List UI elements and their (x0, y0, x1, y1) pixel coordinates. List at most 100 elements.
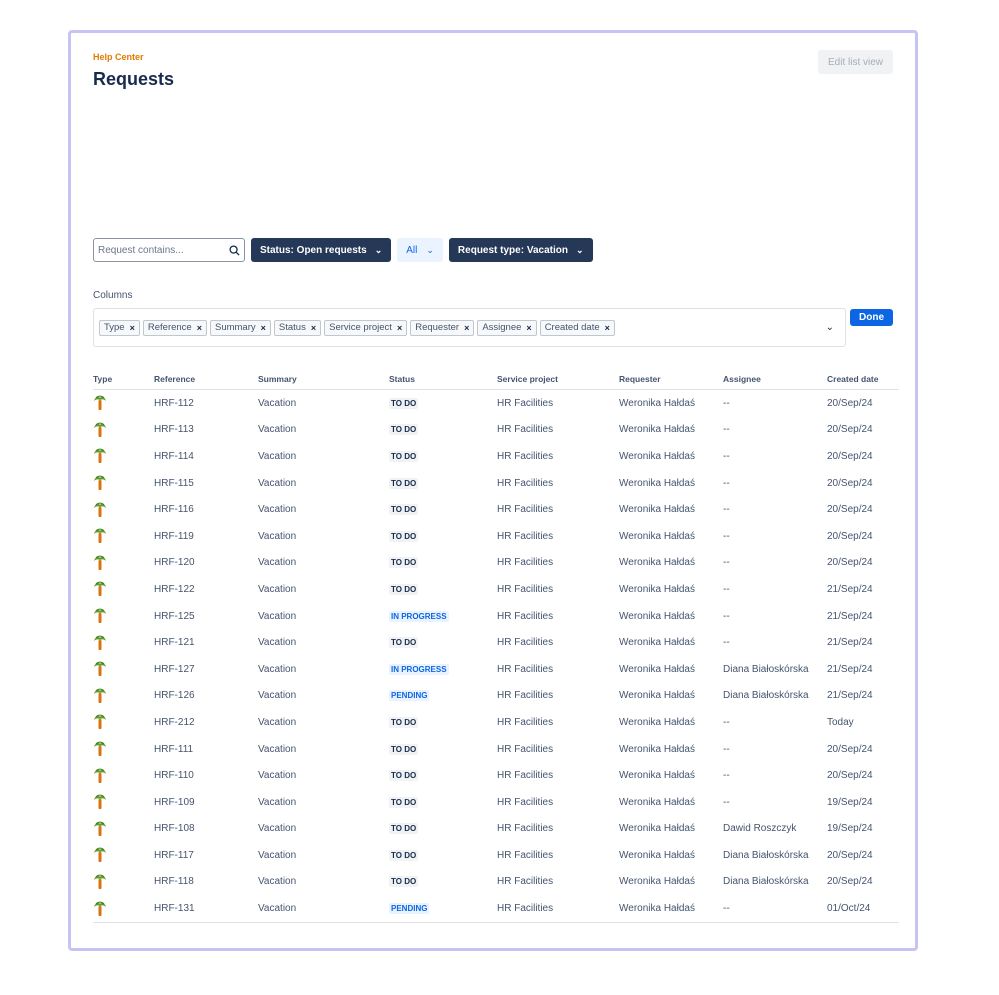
columns-select[interactable]: Type × Reference × Summary × Status × Service pr… (93, 308, 846, 347)
status-badge: TO DO (389, 557, 419, 569)
table-row[interactable]: HRF-212 Vacation TO DO HR Facilities Weronik… (93, 709, 899, 736)
remove-tag-icon[interactable]: × (464, 323, 469, 333)
table-row[interactable]: HRF-108 Vacation TO DO HR Facilities Weronik… (93, 816, 899, 843)
remove-tag-icon[interactable]: × (130, 323, 135, 333)
table-row[interactable]: HRF-112 Vacation TO DO HR Facilities Weronik… (93, 390, 899, 417)
table-row[interactable]: HRF-116 Vacation TO DO HR Facilities Weronik… (93, 496, 899, 523)
reference-cell[interactable]: HRF-115 (154, 470, 258, 497)
remove-tag-icon[interactable]: × (197, 323, 202, 333)
edit-list-view-button[interactable]: Edit list view (818, 50, 893, 74)
summary-cell[interactable]: Vacation (258, 603, 389, 630)
summary-cell[interactable]: Vacation (258, 789, 389, 816)
reference-cell[interactable]: HRF-126 (154, 683, 258, 710)
reference-cell[interactable]: HRF-117 (154, 842, 258, 869)
reference-cell[interactable]: HRF-113 (154, 417, 258, 444)
status-badge: TO DO (389, 770, 419, 782)
table-row[interactable]: HRF-125 Vacation IN PROGRESS HR Facilities W… (93, 603, 899, 630)
requester-cell: Weronika Hałdaś (619, 796, 695, 808)
chevron-down-icon[interactable]: ⌄ (826, 322, 834, 333)
summary-cell[interactable]: Vacation (258, 523, 389, 550)
table-row[interactable]: HRF-127 Vacation IN PROGRESS HR Facilities W… (93, 656, 899, 683)
remove-tag-icon[interactable]: × (311, 323, 316, 333)
summary-cell[interactable]: Vacation (258, 709, 389, 736)
column-header-requester[interactable]: Requester (619, 369, 723, 390)
reference-cell[interactable]: HRF-131 (154, 895, 258, 923)
status-cell: TO DO (389, 842, 497, 869)
status-filter-dropdown[interactable]: Status: Open requests ⌄ (251, 238, 392, 262)
remove-tag-icon[interactable]: × (605, 323, 610, 333)
column-header-type[interactable]: Type (93, 369, 154, 390)
status-cell: TO DO (389, 869, 497, 896)
summary-cell[interactable]: Vacation (258, 736, 389, 763)
column-header-service-project[interactable]: Service project (497, 369, 619, 390)
summary-cell[interactable]: Vacation (258, 656, 389, 683)
request-type-filter-dropdown[interactable]: Request type: Vacation ⌄ (448, 238, 593, 262)
summary-cell[interactable]: Vacation (258, 842, 389, 869)
search-input[interactable]: Request contains... (93, 238, 245, 262)
column-header-assignee[interactable]: Assignee (723, 369, 827, 390)
reference-cell[interactable]: HRF-111 (154, 736, 258, 763)
assignee-cell: -- (723, 770, 730, 782)
breadcrumb[interactable]: Help Center (93, 52, 144, 62)
palm-tree-icon (93, 688, 154, 704)
remove-tag-icon[interactable]: × (397, 323, 402, 333)
summary-cell[interactable]: Vacation (258, 496, 389, 523)
column-header-reference[interactable]: Reference (154, 369, 258, 390)
page-title: Requests (93, 69, 175, 89)
table-row[interactable]: HRF-114 Vacation TO DO HR Facilities Weronik… (93, 443, 899, 470)
summary-cell[interactable]: Vacation (258, 576, 389, 603)
reference-cell[interactable]: HRF-109 (154, 789, 258, 816)
reference-cell[interactable]: HRF-120 (154, 550, 258, 577)
table-row[interactable]: HRF-126 Vacation PENDING HR Facilities Weron… (93, 683, 899, 710)
table-row[interactable]: HRF-122 Vacation TO DO HR Facilities Weronik… (93, 576, 899, 603)
reference-cell[interactable]: HRF-122 (154, 576, 258, 603)
reference-cell[interactable]: HRF-110 (154, 762, 258, 789)
all-filter-dropdown[interactable]: All ⌄ (397, 238, 443, 262)
summary-cell[interactable]: Vacation (258, 683, 389, 710)
remove-tag-icon[interactable]: × (261, 323, 266, 333)
done-button[interactable]: Done (850, 309, 893, 326)
reference-cell[interactable]: HRF-112 (154, 390, 258, 417)
reference-cell[interactable]: HRF-116 (154, 496, 258, 523)
column-header-created-date[interactable]: Created date (827, 369, 899, 390)
table-row[interactable]: HRF-115 Vacation TO DO HR Facilities Weronik… (93, 470, 899, 497)
reference-cell[interactable]: HRF-212 (154, 709, 258, 736)
reference-cell[interactable]: HRF-127 (154, 656, 258, 683)
table-row[interactable]: HRF-109 Vacation TO DO HR Facilities Weronik… (93, 789, 899, 816)
reference-cell[interactable]: HRF-108 (154, 816, 258, 843)
summary-cell[interactable]: Vacation (258, 550, 389, 577)
service-project-cell: HR Facilities (497, 583, 554, 595)
summary-cell[interactable]: Vacation (258, 895, 389, 923)
reference-cell[interactable]: HRF-125 (154, 603, 258, 630)
column-header-status[interactable]: Status (389, 369, 497, 390)
summary-cell[interactable]: Vacation (258, 816, 389, 843)
reference-cell[interactable]: HRF-114 (154, 443, 258, 470)
summary-cell[interactable]: Vacation (258, 443, 389, 470)
table-row[interactable]: HRF-118 Vacation TO DO HR Facilities Weronik… (93, 869, 899, 896)
column-header-summary[interactable]: Summary (258, 369, 389, 390)
summary-cell[interactable]: Vacation (258, 390, 389, 417)
reference-cell[interactable]: HRF-118 (154, 869, 258, 896)
table-row[interactable]: HRF-111 Vacation TO DO HR Facilities Weronik… (93, 736, 899, 763)
status-cell: TO DO (389, 550, 497, 577)
table-row[interactable]: HRF-113 Vacation TO DO HR Facilities Weronik… (93, 417, 899, 444)
reference-cell[interactable]: HRF-121 (154, 629, 258, 656)
summary-cell[interactable]: Vacation (258, 417, 389, 444)
created-date-cell: 20/Sep/24 (827, 477, 873, 489)
remove-tag-icon[interactable]: × (526, 323, 531, 333)
reference-cell[interactable]: HRF-119 (154, 523, 258, 550)
summary-cell[interactable]: Vacation (258, 629, 389, 656)
summary-cell[interactable]: Vacation (258, 869, 389, 896)
table-row[interactable]: HRF-117 Vacation TO DO HR Facilities Weronik… (93, 842, 899, 869)
status-cell: TO DO (389, 576, 497, 603)
palm-tree-icon (93, 741, 154, 757)
table-row[interactable]: HRF-110 Vacation TO DO HR Facilities Weronik… (93, 762, 899, 789)
table-row[interactable]: HRF-119 Vacation TO DO HR Facilities Weronik… (93, 523, 899, 550)
table-row[interactable]: HRF-120 Vacation TO DO HR Facilities Weronik… (93, 550, 899, 577)
service-project-cell: HR Facilities (497, 823, 554, 835)
all-filter-label: All (406, 244, 418, 256)
summary-cell[interactable]: Vacation (258, 470, 389, 497)
table-row[interactable]: HRF-121 Vacation TO DO HR Facilities Weronik… (93, 629, 899, 656)
table-row[interactable]: HRF-131 Vacation PENDING HR Facilities Weron… (93, 895, 899, 923)
summary-cell[interactable]: Vacation (258, 762, 389, 789)
